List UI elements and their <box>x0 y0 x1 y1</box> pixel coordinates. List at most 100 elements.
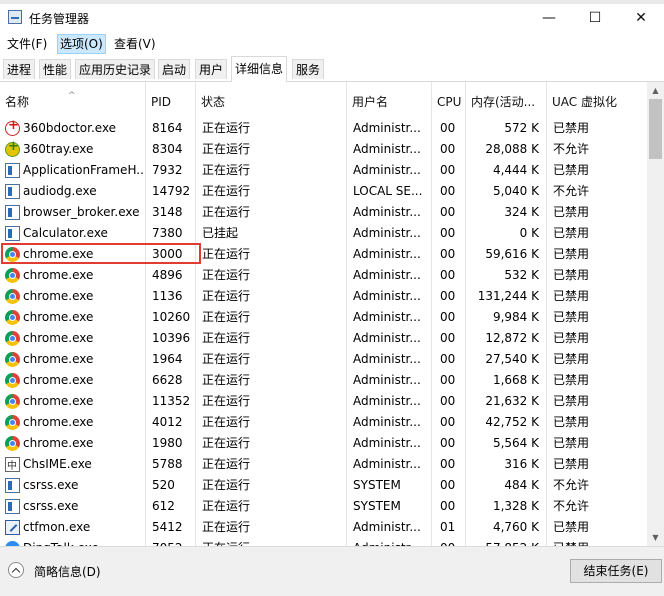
process-user: Administr... <box>347 517 432 538</box>
process-pid: 10260 <box>146 307 196 328</box>
process-name: browser_broker.exe <box>0 202 146 223</box>
process-cpu: 00 <box>432 307 466 328</box>
column-header-pid[interactable]: PID <box>146 82 196 118</box>
table-row[interactable]: chrome.exe 4012 正在运行 Administr... 00 42,752 K… <box>0 412 647 433</box>
scrollbar-thumb[interactable] <box>649 99 662 159</box>
table-row[interactable]: chrome.exe 11352 正在运行 Administr... 00 21,632 … <box>0 391 647 412</box>
process-memory: 532 K <box>466 265 547 286</box>
tab-performance[interactable]: 性能 <box>39 59 72 79</box>
column-header-cpu[interactable]: CPU <box>432 82 466 118</box>
fewer-details-link[interactable]: 简略信息(D) <box>34 563 101 580</box>
table-row[interactable]: ctfmon.exe 5412 正在运行 Administr... 01 4,760 K 已… <box>0 517 647 538</box>
menu-options[interactable]: 选项(O) <box>57 34 106 54</box>
process-pid: 3000 <box>146 244 196 265</box>
process-uac: 不允许 <box>553 478 590 492</box>
sort-arrow-icon: ^ <box>68 91 76 101</box>
table-row[interactable]: csrss.exe 520 正在运行 SYSTEM 00 484 K 不允许 <box>0 475 647 496</box>
table-row[interactable]: ApplicationFrameH... 7932 正在运行 Administr...… <box>0 160 647 181</box>
table-row[interactable]: chrome.exe 4896 正在运行 Administr... 00 532 K 已禁用 <box>0 265 647 286</box>
table-row[interactable]: browser_broker.exe 3148 正在运行 Administr... 00… <box>0 202 647 223</box>
table-row[interactable]: ChsIME.exe5788正在运行Administr...00316 K 已禁用 <box>0 454 647 475</box>
process-user: Administr... <box>347 160 432 181</box>
table-row[interactable]: 360tray.exe8304正在运行Administr...0028,088 … <box>0 139 647 160</box>
column-header-memory[interactable]: 内存(活动... <box>466 82 547 118</box>
maximize-button[interactable]: ☐ <box>572 4 618 32</box>
table-row[interactable]: csrss.exe 612 正在运行 SYSTEM 00 1,328 K 不允许 <box>0 496 647 517</box>
process-memory: 4,760 K <box>466 517 547 538</box>
table-row[interactable]: chrome.exe 6628 正在运行 Administr... 00 1,668 K 已… <box>0 370 647 391</box>
table-row[interactable]: chrome.exe 10260 正在运行 Administr... 00 9,984 K… <box>0 307 647 328</box>
collapse-chevron-icon[interactable] <box>8 562 24 578</box>
process-uac: 已禁用 <box>547 538 647 546</box>
process-name: csrss.exe <box>0 496 146 517</box>
process-uac: 已禁用 <box>553 226 590 240</box>
process-user: Administr... <box>347 244 432 265</box>
tab-details[interactable]: 详细信息 <box>231 56 288 82</box>
column-header-username[interactable]: 用户名 <box>347 82 432 118</box>
process-memory: 9,984 K <box>466 307 547 328</box>
process-status: 正在运行 <box>196 307 347 328</box>
column-header-status[interactable]: 状态 <box>196 82 347 118</box>
table-row[interactable]: DingTalk.exe7052正在运行Administr...0057,852… <box>0 538 647 546</box>
table-row[interactable]: chrome.exe 10396 正在运行 Administr... 00 12,872 … <box>0 328 647 349</box>
process-name: ApplicationFrameH... <box>0 160 146 181</box>
menu-file[interactable]: 文件(F) <box>5 35 49 53</box>
process-memory: 59,616 K <box>466 244 547 265</box>
close-button[interactable]: ✕ <box>618 4 664 32</box>
process-cpu: 00 <box>432 433 466 454</box>
process-name: chrome.exe <box>0 433 146 454</box>
process-name: Calculator.exe <box>0 223 146 244</box>
process-pid: 1964 <box>146 349 196 370</box>
process-memory: 0 K <box>466 223 547 244</box>
minimize-button[interactable]: — <box>526 4 572 32</box>
table-row[interactable]: 360bdoctor.exe8164正在运行Administr...00572 … <box>0 118 647 139</box>
process-user: SYSTEM <box>347 496 432 517</box>
table-row[interactable]: chrome.exe 1136 正在运行 Administr... 00 131,244 … <box>0 286 647 307</box>
process-name: ChsIME.exe <box>0 454 146 475</box>
end-task-button[interactable]: 结束任务(E) <box>570 559 662 583</box>
table-row[interactable]: chrome.exe 1980 正在运行 Administr... 00 5,564 K 已… <box>0 433 647 454</box>
tab-users[interactable]: 用户 <box>195 59 228 79</box>
scroll-up-icon[interactable]: ▲ <box>647 82 664 99</box>
table-header: 名称 ^ PID 状态 用户名 CPU 内存(活动... UAC 虚拟化 <box>0 82 647 118</box>
process-memory: 4,444 K <box>466 160 547 181</box>
task-manager-icon <box>8 10 22 24</box>
process-pid: 6628 <box>146 370 196 391</box>
process-cpu: 00 <box>432 370 466 391</box>
column-header-name[interactable]: 名称 ^ <box>0 82 146 118</box>
process-user: Administr... <box>347 538 432 546</box>
tab-app-history[interactable]: 应用历史记录 <box>75 59 156 79</box>
process-pid: 5788 <box>146 454 196 475</box>
scroll-down-icon[interactable]: ▼ <box>647 529 664 546</box>
column-header-uac[interactable]: UAC 虚拟化 <box>547 82 647 118</box>
process-cpu: 00 <box>432 202 466 223</box>
process-name: chrome.exe <box>0 307 146 328</box>
process-uac: 已禁用 <box>553 394 590 408</box>
process-memory: 1,668 K <box>466 370 547 391</box>
process-status: 正在运行 <box>196 139 347 160</box>
process-name: chrome.exe <box>0 391 146 412</box>
table-row[interactable]: Calculator.exe 7380 已挂起 Administr... 00 0 K 已禁… <box>0 223 647 244</box>
process-name: chrome.exe <box>0 370 146 391</box>
tab-services[interactable]: 服务 <box>292 59 325 79</box>
tab-processes[interactable]: 进程 <box>3 59 36 79</box>
table-row[interactable]: audiodg.exe 14792 正在运行 LOCAL SE... 00 5,040 K… <box>0 181 647 202</box>
process-status: 正在运行 <box>196 118 347 139</box>
process-pid: 612 <box>146 496 196 517</box>
process-uac: 已禁用 <box>553 163 590 177</box>
table-row[interactable]: chrome.exe 1964 正在运行 Administr... 00 27,540 K… <box>0 349 647 370</box>
column-header-name-label: 名称 <box>5 95 30 109</box>
process-status: 正在运行 <box>196 538 347 546</box>
vertical-scrollbar[interactable]: ▲ ▼ <box>647 82 664 546</box>
process-user: Administr... <box>347 202 432 223</box>
process-memory: 27,540 K <box>466 349 547 370</box>
menu-view[interactable]: 查看(V) <box>112 35 158 53</box>
tab-startup[interactable]: 启动 <box>158 59 191 79</box>
process-user: Administr... <box>347 265 432 286</box>
process-pid: 7380 <box>146 223 196 244</box>
process-name: csrss.exe <box>0 475 146 496</box>
process-memory: 131,244 K <box>466 286 547 307</box>
process-user: Administr... <box>347 370 432 391</box>
table-row[interactable]: chrome.exe 3000 正在运行 Administr... 00 59,616 K… <box>0 244 647 265</box>
process-user: Administr... <box>347 454 432 475</box>
